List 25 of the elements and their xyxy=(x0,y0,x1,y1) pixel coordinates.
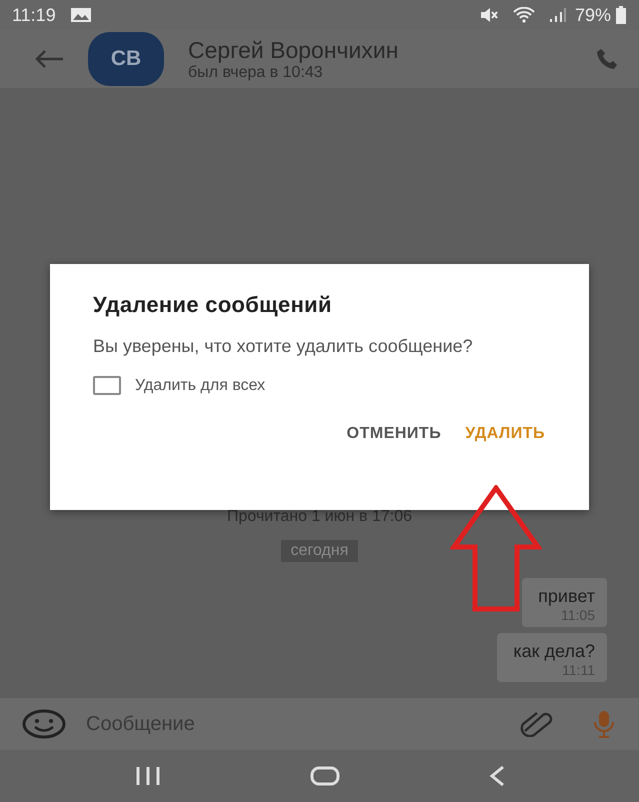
signal-icon xyxy=(548,7,567,23)
avatar[interactable]: СВ xyxy=(88,32,164,86)
delete-button[interactable]: УДАЛИТЬ xyxy=(457,419,553,449)
emoji-icon[interactable] xyxy=(22,709,66,739)
phone-icon[interactable] xyxy=(595,47,619,71)
battery-icon xyxy=(615,6,627,24)
contact-name: Сергей Ворончихин xyxy=(188,36,400,64)
checkbox[interactable] xyxy=(93,376,121,395)
image-icon xyxy=(70,7,92,23)
wifi-icon xyxy=(512,7,535,23)
checkbox-label[interactable]: Удалить для всех xyxy=(135,376,266,394)
back-icon[interactable] xyxy=(34,49,64,69)
cancel-button[interactable]: ОТМЕНИТЬ xyxy=(338,419,450,449)
recent-apps-icon[interactable] xyxy=(134,766,160,786)
message-text: привет xyxy=(538,586,595,607)
date-chip: сегодня xyxy=(280,540,358,562)
dialog-title: Удаление сообщений xyxy=(93,292,333,318)
mute-icon xyxy=(478,7,499,23)
battery-percent: 79% xyxy=(574,4,611,26)
home-icon[interactable] xyxy=(310,766,340,786)
message-text: как дела? xyxy=(513,641,595,662)
paperclip-icon[interactable] xyxy=(519,711,553,737)
last-seen: был вчера в 10:43 xyxy=(188,64,324,82)
clock: 11:19 xyxy=(12,4,56,26)
dialog-message: Вы уверены, что хотите удалить сообщение? xyxy=(93,335,474,358)
